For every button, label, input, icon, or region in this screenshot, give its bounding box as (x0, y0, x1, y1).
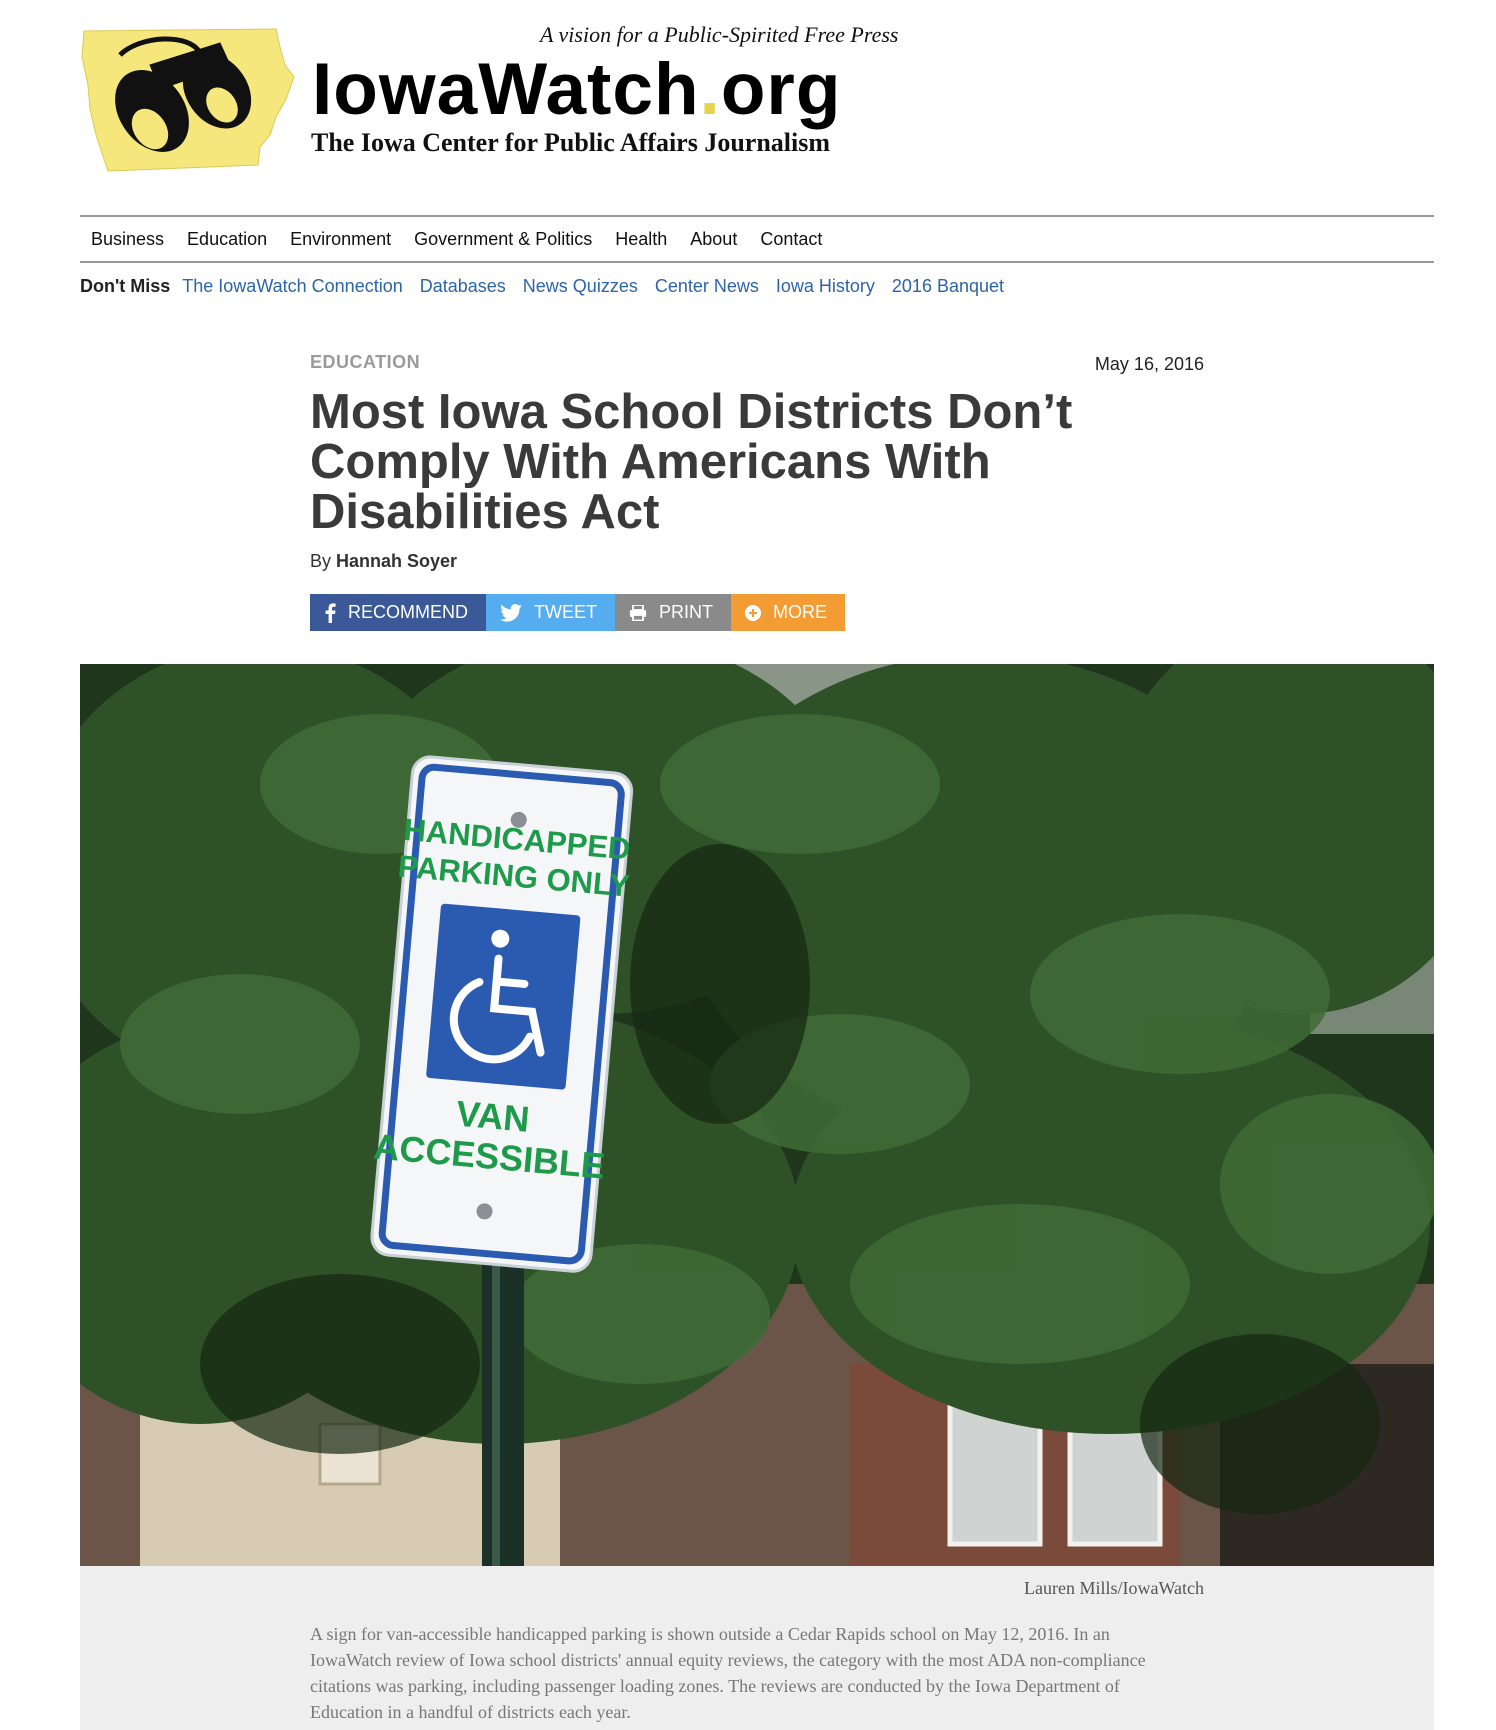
article-headline: Most Iowa School Districts Don’t Comply … (310, 385, 1073, 539)
article-photo: HANDICAPPED PARKING ONLY VAN ACCESSIBLE (80, 664, 1434, 1566)
author-link[interactable]: Hannah Soyer (336, 551, 457, 571)
nav-item-business[interactable]: Business (91, 229, 164, 250)
nav-item-education[interactable]: Education (187, 229, 267, 250)
plus-circle-icon (745, 604, 761, 621)
site-subtitle: The Iowa Center for Public Affairs Journ… (311, 128, 831, 157)
print-button[interactable]: PRINT (615, 594, 731, 631)
site-tagline: A vision for a Public-Spirited Free Pres… (540, 22, 899, 47)
site-name: IowaWatch.org (312, 48, 841, 131)
share-bar: RECOMMEND TWEET PRINT MORE (310, 594, 1204, 631)
logo-tld: org (720, 49, 842, 130)
nav-item-health[interactable]: Health (615, 229, 667, 250)
nav-item-contact[interactable]: Contact (760, 229, 822, 250)
tweet-button[interactable]: TWEET (486, 594, 615, 631)
nav-item-about[interactable]: About (690, 229, 737, 250)
dont-miss-label: Don't Miss (80, 276, 171, 296)
dont-miss-link-center-news[interactable]: Center News (655, 276, 759, 297)
byline-prefix: By (310, 551, 332, 571)
photo-caption: A sign for van-accessible handicapped pa… (310, 1624, 1146, 1722)
article-category[interactable]: EDUCATION (310, 352, 420, 372)
facebook-icon (324, 602, 336, 623)
article-header: EDUCATION May 16, 2016 Most Iowa School … (310, 352, 1204, 631)
printer-icon (629, 604, 647, 621)
nav-item-environment[interactable]: Environment (290, 229, 391, 250)
byline: By Hannah Soyer (310, 551, 1204, 572)
article-photo-illustration: HANDICAPPED PARKING ONLY VAN ACCESSIBLE (80, 664, 1434, 1566)
nav-item-government-politics[interactable]: Government & Politics (414, 229, 592, 250)
dont-miss-link-news-quizzes[interactable]: News Quizzes (523, 276, 638, 297)
photo-credit: Lauren Mills/IowaWatch (1024, 1578, 1204, 1598)
recommend-label: RECOMMEND (348, 602, 468, 622)
dont-miss-link-databases[interactable]: Databases (420, 276, 506, 297)
more-label: MORE (773, 602, 827, 622)
dont-miss-link-iowa-history[interactable]: Iowa History (776, 276, 875, 297)
print-label: PRINT (659, 602, 713, 622)
more-share-button[interactable]: MORE (731, 594, 845, 631)
tweet-label: TWEET (534, 602, 597, 622)
logo-main: IowaWatch (312, 49, 700, 130)
twitter-icon (500, 603, 522, 622)
logo-dot: . (699, 49, 721, 130)
dont-miss-link-2016-banquet[interactable]: 2016 Banquet (892, 276, 1004, 297)
iowa-binoculars-logo-icon (81, 28, 295, 172)
dont-miss-bar: Don't Miss The IowaWatch Connection Data… (80, 276, 1021, 297)
main-nav: Business Education Environment Governmen… (80, 215, 1434, 263)
site-logo[interactable]: A vision for a Public-Spirited Free Pres… (80, 20, 950, 180)
photo-caption-box: Lauren Mills/IowaWatch A sign for van-ac… (80, 1566, 1434, 1730)
article-date: May 16, 2016 (1094, 354, 1204, 374)
recommend-button[interactable]: RECOMMEND (310, 594, 486, 631)
dont-miss-link-connection[interactable]: The IowaWatch Connection (182, 276, 402, 297)
